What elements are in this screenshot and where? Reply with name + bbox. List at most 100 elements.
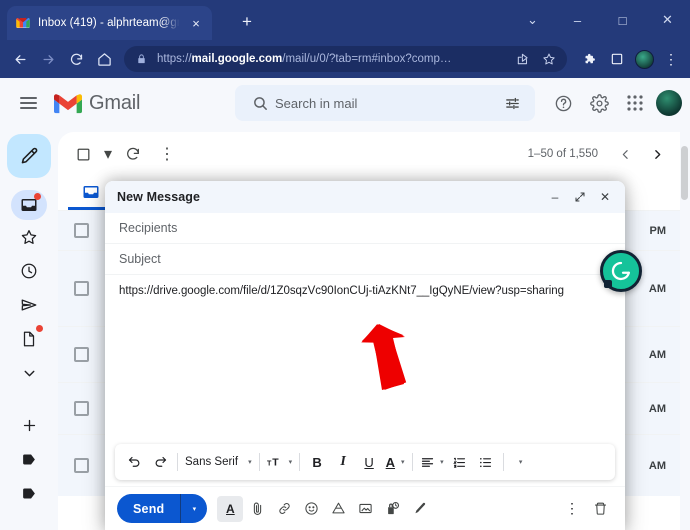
gmail-wordmark: Gmail	[89, 91, 141, 114]
font-family-dropdown[interactable]: Sans Serif ▾	[182, 448, 255, 476]
italic-icon: I	[340, 454, 346, 469]
browser-toolbar-right: ⋮	[573, 46, 684, 72]
search-bar[interactable]	[235, 85, 535, 121]
apps-grid-icon[interactable]	[618, 86, 652, 120]
bulleted-list-button[interactable]	[473, 448, 499, 476]
align-button[interactable]: ▾	[417, 448, 447, 476]
lock-icon	[136, 53, 148, 65]
home-icon[interactable]	[90, 45, 118, 73]
text-color-button[interactable]: A ▾	[382, 448, 408, 476]
gmail-logo-icon	[54, 93, 82, 114]
subject-field[interactable]: Subject	[105, 244, 625, 275]
account-avatar[interactable]	[656, 90, 682, 116]
row-timestamp: AM	[648, 282, 666, 295]
row-checkbox[interactable]	[74, 223, 89, 238]
reload-icon[interactable]	[62, 45, 90, 73]
minimize-icon[interactable]: –	[543, 185, 567, 209]
chevron-down-icon[interactable]: ⌄	[510, 3, 555, 37]
refresh-icon[interactable]	[116, 137, 150, 171]
message-body[interactable]: https://drive.google.com/file/d/1Z0sqzVc…	[105, 275, 625, 444]
tune-icon[interactable]	[499, 95, 525, 112]
hamburger-icon[interactable]	[8, 83, 48, 123]
prev-page-icon[interactable]	[610, 139, 640, 169]
browser-window: Inbox (419) - alphrteam@gmail.c × + ⌄ – …	[0, 0, 690, 530]
link-icon[interactable]	[271, 496, 297, 522]
new-tab-button[interactable]: +	[235, 10, 259, 34]
row-checkbox[interactable]	[74, 401, 89, 416]
browser-menu-icon[interactable]: ⋮	[658, 46, 684, 72]
browser-tab-gmail[interactable]: Inbox (419) - alphrteam@gmail.c ×	[7, 6, 212, 40]
chevron-down-icon	[21, 365, 38, 382]
address-bar[interactable]: https://mail.google.com/mail/u/0/?tab=rm…	[124, 46, 567, 72]
sidebar-item-drafts[interactable]	[9, 322, 49, 356]
back-icon[interactable]	[6, 45, 34, 73]
grammarly-button[interactable]	[600, 250, 642, 292]
square-icon[interactable]	[604, 46, 630, 72]
bold-button[interactable]: B	[304, 448, 330, 476]
underline-button[interactable]: U	[356, 448, 382, 476]
pen-icon[interactable]	[406, 496, 432, 522]
send-button[interactable]: Send ▾	[117, 494, 208, 523]
svg-text:T: T	[267, 458, 272, 467]
row-checkbox[interactable]	[74, 458, 89, 473]
browser-chrome: Inbox (419) - alphrteam@gmail.c × + ⌄ – …	[0, 0, 690, 78]
share-icon[interactable]	[511, 47, 535, 71]
recipients-field[interactable]: Recipients	[105, 213, 625, 244]
compose-button[interactable]	[7, 134, 51, 178]
trash-icon[interactable]	[587, 496, 613, 522]
emoji-icon[interactable]	[298, 496, 324, 522]
maximize-button[interactable]: □	[600, 3, 645, 37]
formatting-toolbar: Sans Serif ▾ TT ▾ B I U A ▾ ▾ ▾	[115, 444, 615, 480]
help-icon[interactable]	[546, 86, 580, 120]
sidebar-item-label-2[interactable]	[9, 476, 49, 510]
tab-strip: Inbox (419) - alphrteam@gmail.c × + ⌄ – …	[0, 0, 690, 40]
more-options-icon[interactable]: ⋮	[150, 137, 184, 171]
chevron-down-icon: ▾	[288, 459, 293, 466]
undo-icon[interactable]	[121, 448, 147, 476]
puzzle-icon[interactable]	[577, 46, 603, 72]
close-window-button[interactable]: ✕	[645, 3, 690, 37]
gear-icon[interactable]	[582, 86, 616, 120]
sidebar-item-sent[interactable]	[9, 288, 49, 322]
drive-icon[interactable]	[325, 496, 351, 522]
sidebar-item-snoozed[interactable]	[9, 254, 49, 288]
scrollbar[interactable]	[681, 132, 688, 530]
gmail-header: Gmail	[0, 78, 690, 128]
sidebar-item-label-1[interactable]	[9, 442, 49, 476]
browser-tab-title: Inbox (419) - alphrteam@gmail.c	[38, 17, 181, 29]
forward-icon[interactable]	[34, 45, 62, 73]
sidebar-item-more[interactable]	[9, 356, 49, 390]
search-input[interactable]	[275, 95, 499, 111]
star-icon[interactable]	[537, 47, 561, 71]
send-button-label: Send	[133, 501, 165, 516]
clock-icon	[20, 262, 38, 280]
profile-avatar[interactable]	[631, 46, 657, 72]
row-checkbox[interactable]	[74, 281, 89, 296]
font-size-dropdown[interactable]: TT ▾	[264, 448, 296, 476]
lock-clock-icon[interactable]	[379, 496, 405, 522]
numbered-list-button[interactable]	[447, 448, 473, 476]
minimize-button[interactable]: –	[555, 3, 600, 37]
unread-badge-inbox	[34, 193, 41, 200]
scrollbar-thumb[interactable]	[681, 146, 688, 200]
paperclip-icon[interactable]	[244, 496, 270, 522]
sidebar-item-new-label[interactable]	[9, 408, 49, 442]
send-options-caret[interactable]: ▾	[181, 505, 207, 513]
sidebar-item-inbox[interactable]	[11, 190, 47, 220]
popout-icon[interactable]	[568, 185, 592, 209]
row-checkbox[interactable]	[74, 347, 89, 362]
gmail-logo[interactable]: Gmail	[54, 92, 140, 115]
redo-icon[interactable]	[147, 448, 173, 476]
more-options-icon[interactable]: ⋮	[559, 496, 585, 522]
select-dropdown-caret[interactable]: ▾	[100, 137, 116, 171]
next-page-icon[interactable]	[642, 139, 672, 169]
image-icon[interactable]	[352, 496, 378, 522]
grammarly-badge	[604, 280, 612, 288]
close-icon[interactable]: ×	[188, 15, 204, 31]
close-icon[interactable]: ✕	[593, 185, 617, 209]
italic-button[interactable]: I	[330, 448, 356, 476]
select-all-checkbox[interactable]	[66, 137, 100, 171]
format-a-icon[interactable]: A	[217, 495, 244, 522]
more-formatting-options[interactable]: ▾	[508, 448, 534, 476]
sidebar-item-starred[interactable]	[9, 220, 49, 254]
